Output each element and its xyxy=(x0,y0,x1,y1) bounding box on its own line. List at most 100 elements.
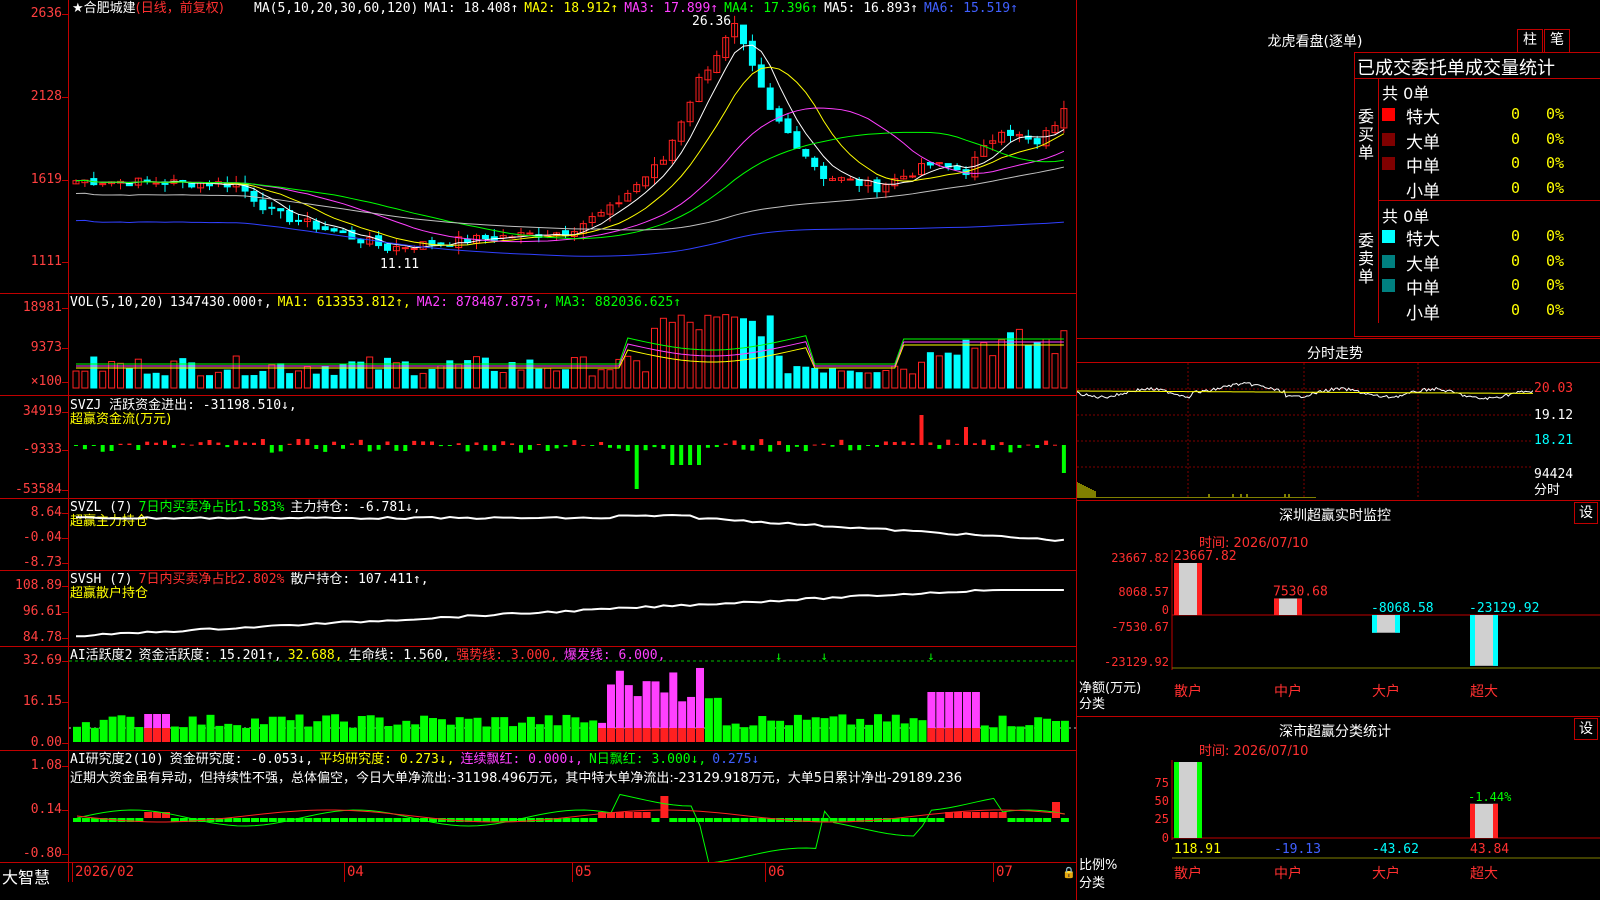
lhb-title: 龙虎看盘(逐单) xyxy=(1267,34,1363,50)
intraday-chart[interactable] xyxy=(1077,363,1533,499)
svzl-chart[interactable] xyxy=(69,500,1076,570)
order-count: 0 xyxy=(1510,105,1520,123)
monitor-bar-edge xyxy=(1274,598,1279,615)
volume-bar xyxy=(366,356,374,389)
flow-bar xyxy=(296,439,301,445)
volume-bar xyxy=(517,369,525,389)
ma-line-10 xyxy=(75,66,1065,246)
ai1-chart[interactable]: ↓ ↓ ↓ xyxy=(69,648,1076,748)
order-pct: 0% xyxy=(1546,276,1565,294)
activity-bar xyxy=(482,726,491,742)
order-size-label: 小单 xyxy=(1406,303,1440,324)
legend-swatch xyxy=(1382,108,1395,121)
volume-bar xyxy=(820,372,828,389)
signal-arrow: ↓ xyxy=(775,649,782,663)
activity-bar xyxy=(882,721,891,742)
volume-bar xyxy=(873,372,881,389)
volume-bar xyxy=(998,339,1006,389)
class-cat: 中户 xyxy=(1274,865,1302,882)
class-settings-button[interactable]: 设 xyxy=(1574,718,1598,740)
monitor-title: 深圳超赢实时监控 xyxy=(1279,508,1391,524)
volume-bar xyxy=(410,375,418,389)
svsh-chart[interactable] xyxy=(69,572,1076,646)
volume-bar xyxy=(259,370,267,389)
volume-bar xyxy=(713,316,721,389)
volume-bar xyxy=(1042,338,1050,389)
order-pct: 0% xyxy=(1546,251,1565,270)
tick-mode-button[interactable]: 笔 xyxy=(1544,29,1570,53)
flow-bar xyxy=(483,445,488,451)
flow-bar xyxy=(163,440,167,445)
order-size-label: 大单 xyxy=(1406,254,1440,275)
monitor-bar-chart[interactable]: 23667.82 8068.57 0 -7530.67 -23129.92 23667.8… xyxy=(1077,550,1600,715)
order-count: 0 xyxy=(1510,129,1520,148)
flow-bar xyxy=(474,442,479,445)
research-bar xyxy=(1043,818,1052,822)
activity-bar xyxy=(126,716,135,742)
volume-bar xyxy=(277,363,285,389)
candle xyxy=(1033,138,1041,145)
volume-bar xyxy=(864,372,872,389)
monitor-bar-edge xyxy=(1493,615,1498,666)
flow-bar xyxy=(492,445,497,451)
candle xyxy=(330,228,338,232)
activity-bar xyxy=(233,725,242,742)
flow-bar xyxy=(447,445,452,446)
candlestick-chart[interactable] xyxy=(69,0,1076,293)
activity-bar-base xyxy=(971,728,980,742)
legend-swatch xyxy=(1382,254,1395,268)
divider xyxy=(0,395,1076,396)
activity-bar xyxy=(206,714,215,742)
candle xyxy=(437,242,445,245)
candle xyxy=(259,199,267,211)
bar-mode-button[interactable]: 柱 xyxy=(1517,29,1543,53)
research-bar xyxy=(304,818,313,822)
research-bar xyxy=(936,818,945,822)
flow-bar xyxy=(260,438,265,445)
lock-icon[interactable]: 🔒 xyxy=(1062,866,1076,879)
date-tick-mark xyxy=(993,862,994,882)
class-bar-chart[interactable]: 75 50 25 0 118.91 散户 -19.13 中户 -43.62 大户 43.84 超大 -1… xyxy=(1077,760,1600,900)
volume-bar xyxy=(250,375,258,389)
flow-bar xyxy=(305,438,310,445)
flow-bar xyxy=(901,441,906,445)
price-tick: 1111 xyxy=(30,254,62,269)
volume-bar xyxy=(570,357,578,389)
research-bar xyxy=(393,818,402,822)
monitor-bar-label: 7530.68 xyxy=(1273,584,1328,599)
monitor-cat: 中户 xyxy=(1274,683,1302,700)
flow-bar xyxy=(127,443,132,445)
activity-bar xyxy=(197,724,206,742)
tick-mark xyxy=(62,490,68,491)
volume-bar xyxy=(170,360,178,389)
divider xyxy=(1378,78,1379,323)
candle xyxy=(615,202,623,205)
monitor-settings-button[interactable]: 设 xyxy=(1574,502,1598,524)
flow-bar xyxy=(972,443,977,445)
volume-bar xyxy=(855,372,863,389)
activity-bar xyxy=(704,698,713,742)
flow-bar xyxy=(510,443,515,445)
svzj-chart[interactable] xyxy=(69,405,1076,495)
flow-bar xyxy=(892,442,897,445)
divider xyxy=(0,750,1076,751)
class-title: 深市超赢分类统计 xyxy=(1279,724,1391,740)
divider xyxy=(0,570,1076,571)
research-bar xyxy=(322,818,331,822)
research-bar xyxy=(580,818,589,822)
activity-bar xyxy=(918,720,927,742)
volume-ma-line xyxy=(76,335,1064,365)
volume-bar xyxy=(802,366,810,389)
activity-bar xyxy=(411,724,420,742)
flow-bar xyxy=(661,445,666,449)
flow-bar xyxy=(154,442,159,445)
volume-chart[interactable] xyxy=(69,310,1076,390)
flow-bar xyxy=(100,445,105,452)
volume-bar xyxy=(953,354,961,389)
ai2-chart[interactable] xyxy=(69,752,1076,862)
activity-bar xyxy=(518,722,526,742)
volume-bar xyxy=(731,316,739,389)
order-count: 0 xyxy=(1510,154,1520,172)
monitor-bar-edge xyxy=(1372,615,1377,633)
research-bar xyxy=(491,818,500,822)
